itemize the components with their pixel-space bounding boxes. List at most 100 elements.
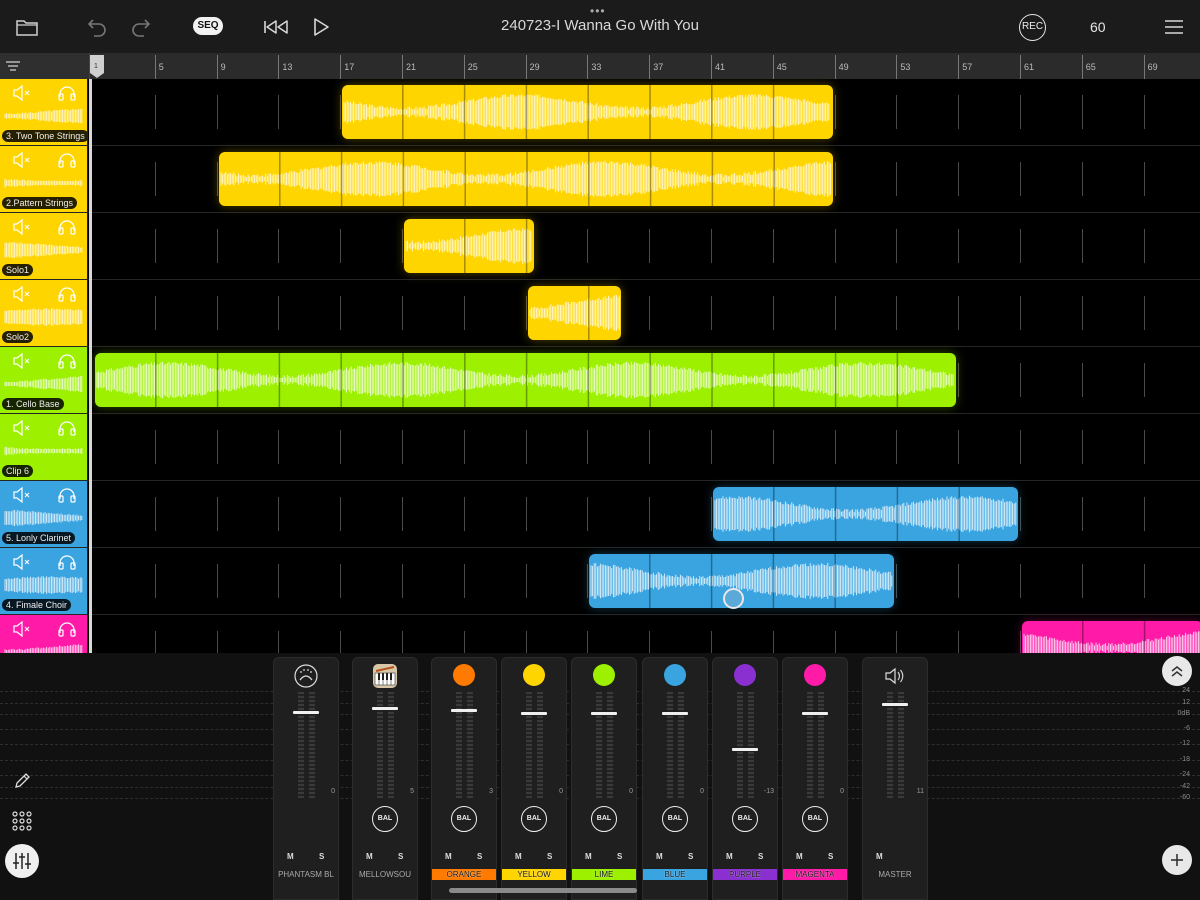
volume-fader[interactable] — [372, 706, 398, 710]
track-header[interactable]: Clip 6 — [0, 414, 88, 480]
channel-color-dot[interactable] — [664, 664, 686, 686]
channel-color-dot[interactable] — [804, 664, 826, 686]
audio-clip[interactable] — [342, 85, 833, 139]
speaker-mute-icon[interactable] — [12, 621, 32, 637]
speaker-mute-icon[interactable] — [12, 487, 32, 503]
audio-clip[interactable] — [713, 487, 1018, 541]
headphones-icon[interactable] — [57, 286, 77, 302]
track-row[interactable]: Solo2 — [0, 280, 1200, 347]
track-row[interactable]: 2.Pattern Strings — [0, 146, 1200, 213]
volume-fader[interactable] — [732, 748, 758, 752]
undo-icon[interactable] — [84, 10, 110, 44]
headphones-icon[interactable] — [57, 85, 77, 101]
channel-name[interactable]: YELLOW — [502, 869, 566, 880]
channel-name[interactable]: MASTER — [863, 869, 927, 880]
expand-mixer-icon[interactable] — [1162, 656, 1192, 686]
channel-name[interactable]: MAGENTA — [783, 869, 847, 880]
volume-fader[interactable] — [802, 712, 828, 716]
mute-button[interactable]: M — [445, 852, 452, 861]
volume-fader[interactable] — [293, 711, 319, 715]
channel-name[interactable]: MELLOWSOU — [353, 869, 417, 880]
track-row[interactable] — [0, 615, 1200, 653]
mute-button[interactable]: M — [656, 852, 663, 861]
volume-fader[interactable] — [662, 712, 688, 716]
speaker-mute-icon[interactable] — [12, 152, 32, 168]
track-header[interactable]: 2.Pattern Strings — [0, 146, 88, 212]
tempo-display[interactable]: 60 — [1090, 19, 1106, 35]
window-grab-handle[interactable]: ••• — [590, 4, 606, 18]
headphones-icon[interactable] — [57, 621, 77, 637]
headphones-icon[interactable] — [57, 420, 77, 436]
audio-clip[interactable] — [218, 152, 833, 206]
speaker-mute-icon[interactable] — [12, 554, 32, 570]
speaker-mute-icon[interactable] — [12, 219, 32, 235]
balance-knob[interactable]: BAL — [662, 806, 688, 832]
balance-knob[interactable]: BAL — [802, 806, 828, 832]
track-list-toggle[interactable] — [0, 53, 90, 79]
menu-icon[interactable] — [1163, 10, 1185, 44]
solo-button[interactable]: S — [319, 852, 324, 861]
headphones-icon[interactable] — [57, 219, 77, 235]
speaker-mute-icon[interactable] — [12, 286, 32, 302]
channel-color-dot[interactable] — [734, 664, 756, 686]
speaker-mute-icon[interactable] — [12, 353, 32, 369]
playhead-handle[interactable]: 1 — [89, 53, 105, 79]
speaker-icon[interactable] — [882, 663, 908, 689]
mute-button[interactable]: M — [726, 852, 733, 861]
audio-clip[interactable] — [527, 286, 622, 340]
timeline-ruler[interactable]: 5 9 13 17 21 25 29 33 37 41 45 49 53 57 61 65 69 — [0, 53, 1200, 79]
volume-fader[interactable] — [521, 712, 547, 716]
track-header[interactable]: Solo1 — [0, 213, 88, 279]
balance-knob[interactable]: BAL — [591, 806, 617, 832]
redo-icon[interactable] — [128, 10, 154, 44]
track-header[interactable]: 1. Cello Base — [0, 347, 88, 413]
track-row[interactable]: 5. Lonly Clarinet — [0, 481, 1200, 548]
track-header[interactable]: 4. Fimale Choir — [0, 548, 88, 614]
track-row[interactable]: 4. Fimale Choir — [0, 548, 1200, 615]
mute-button[interactable]: M — [515, 852, 522, 861]
track-header[interactable]: 3. Two Tone Strings — [0, 79, 88, 145]
track-header[interactable] — [0, 615, 88, 653]
add-channel-icon[interactable] — [1162, 845, 1192, 875]
headphones-icon[interactable] — [57, 487, 77, 503]
headphones-icon[interactable] — [57, 353, 77, 369]
channel-name[interactable]: ORANGE — [432, 869, 496, 880]
solo-button[interactable]: S — [688, 852, 693, 861]
audio-clip[interactable] — [1022, 621, 1200, 653]
solo-button[interactable]: S — [828, 852, 833, 861]
mute-button[interactable]: M — [366, 852, 373, 861]
headphones-icon[interactable] — [57, 554, 77, 570]
home-indicator[interactable] — [449, 888, 637, 893]
channel-color-dot[interactable] — [593, 664, 615, 686]
rewind-icon[interactable] — [262, 10, 290, 44]
channel-name[interactable]: LIME — [572, 869, 636, 880]
solo-button[interactable]: S — [547, 852, 552, 861]
track-header[interactable]: 5. Lonly Clarinet — [0, 481, 88, 547]
clip-resize-handle[interactable] — [723, 588, 744, 609]
channel-color-dot[interactable] — [523, 664, 545, 686]
mute-button[interactable]: M — [796, 852, 803, 861]
track-row[interactable]: 1. Cello Base — [0, 347, 1200, 414]
audio-clip[interactable] — [404, 219, 535, 273]
rec-button[interactable]: REC — [1019, 14, 1046, 41]
synth-icon[interactable] — [293, 663, 319, 689]
volume-fader[interactable] — [591, 712, 617, 716]
channel-name[interactable]: PURPLE — [713, 869, 777, 880]
seq-button[interactable]: SEQ — [193, 17, 223, 35]
balance-knob[interactable]: BAL — [451, 806, 477, 832]
track-row[interactable]: Solo1 — [0, 213, 1200, 280]
piano-app-icon[interactable] — [372, 663, 398, 689]
track-row[interactable]: Clip 6 — [0, 414, 1200, 481]
solo-button[interactable]: S — [617, 852, 622, 861]
grid-dots-icon[interactable] — [10, 809, 34, 833]
speaker-mute-icon[interactable] — [12, 420, 32, 436]
solo-button[interactable]: S — [477, 852, 482, 861]
headphones-icon[interactable] — [57, 152, 77, 168]
track-area[interactable]: 3. Two Tone Strings 2.Pattern Strings Solo… — [0, 79, 1200, 653]
pencil-icon[interactable] — [12, 771, 32, 791]
volume-fader[interactable] — [451, 708, 477, 712]
mute-button[interactable]: M — [287, 852, 294, 861]
channel-name[interactable]: PHANTASM BL — [274, 869, 338, 880]
volume-fader[interactable] — [882, 702, 908, 706]
audio-clip[interactable] — [95, 353, 957, 407]
